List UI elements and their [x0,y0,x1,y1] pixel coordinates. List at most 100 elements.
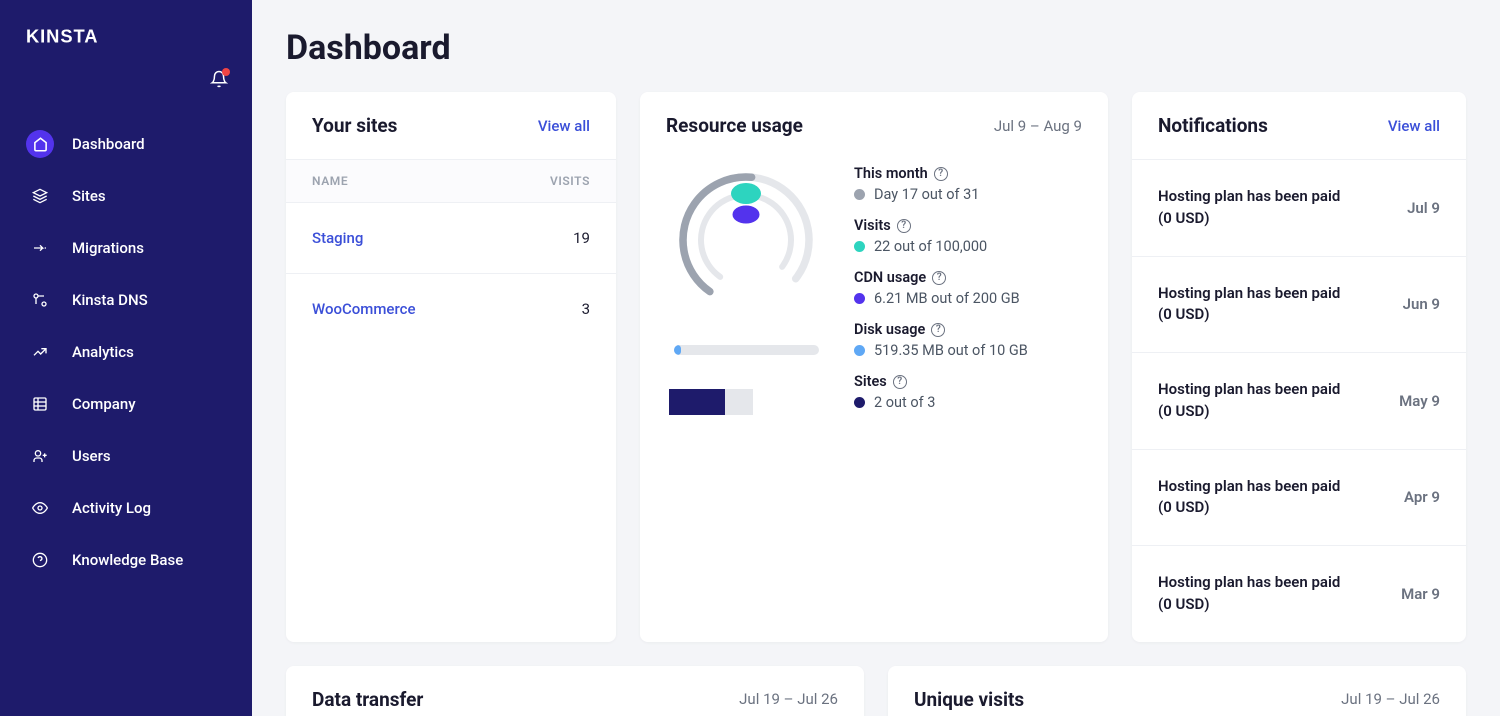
card-title: Notifications [1158,114,1268,137]
info-icon[interactable]: ? [893,375,907,389]
notification-text: Hosting plan has been paid (0 USD) [1158,572,1348,616]
disk-usage-bar [674,345,819,355]
company-icon [26,390,54,418]
resource-donut-chart [671,165,821,315]
sidebar-item-analytics[interactable]: Analytics [12,328,240,376]
notifications-card: Notifications View all Hosting plan has … [1132,92,1466,642]
sidebar-item-migrations[interactable]: Migrations [12,224,240,272]
main-content: Dashboard Your sites View all NAME VISIT… [252,0,1500,716]
dns-icon [26,286,54,314]
card-title: Your sites [312,114,397,137]
page-title: Dashboard [286,28,1466,68]
sidebar-item-label: Activity Log [72,499,151,517]
metric-label: Disk usage [854,321,925,338]
table-row: WooCommerce 3 [286,274,616,344]
sites-table-header: NAME VISITS [286,159,616,203]
migration-icon [26,234,54,262]
resource-usage-card: Resource usage Jul 9 – Aug 9 [640,92,1108,642]
metric-swatch [854,397,865,408]
data-transfer-card: Data transfer Jul 19 – Jul 26 [286,666,864,716]
site-block [697,389,725,415]
metric-label: Visits [854,217,891,234]
your-sites-card: Your sites View all NAME VISITS Staging1… [286,92,616,642]
svg-text:KINSTA: KINSTA [26,26,98,47]
sidebar-item-label: Dashboard [72,135,145,153]
metric-value: Day 17 out of 31 [874,186,979,203]
info-icon[interactable]: ? [934,167,948,181]
metric-value: 2 out of 3 [874,394,935,411]
notification-item[interactable]: Hosting plan has been paid (0 USD) Jul 9 [1132,160,1466,257]
sidebar-item-label: Kinsta DNS [72,291,148,309]
notification-date: Apr 9 [1404,488,1440,506]
metric-label: Sites [854,373,887,390]
notification-item[interactable]: Hosting plan has been paid (0 USD)Jun 9 [1132,257,1466,354]
resource-date-range: Jul 9 – Aug 9 [994,117,1082,135]
notification-dot [222,68,230,76]
site-name-link[interactable]: Staging [312,229,363,247]
legend-item: This month? Day 17 out of 31 [854,165,1082,203]
metric-swatch [854,293,865,304]
notification-bell-icon[interactable] [210,70,228,92]
sidebar-item-label: Company [72,395,136,413]
notification-item[interactable]: Hosting plan has been paid (0 USD) Apr 9 [1132,450,1466,547]
unique-visits-range: Jul 19 – Jul 26 [1341,690,1440,708]
legend-item: Sites? 2 out of 3 [854,373,1082,411]
sidebar-nav: Dashboard Sites Migrations Kinsta DNS An… [0,112,252,596]
legend-item: CDN usage?6.21 MB out of 200 GB [854,269,1082,307]
site-name-link[interactable]: WooCommerce [312,300,416,318]
sidebar-item-knowledge[interactable]: Knowledge Base [12,536,240,584]
home-icon [26,130,54,158]
metric-value: 519.35 MB out of 10 GB [874,342,1028,359]
users-icon [26,442,54,470]
card-title: Data transfer [312,688,423,711]
table-row: Staging19 [286,203,616,274]
sidebar-item-label: Analytics [72,343,134,361]
sidebar-item-label: Knowledge Base [72,551,183,569]
view-all-sites-link[interactable]: View all [538,117,590,135]
layers-icon [26,182,54,210]
col-visits: VISITS [550,174,590,188]
notification-date: Jun 9 [1403,295,1440,313]
help-icon [26,546,54,574]
legend-item: Disk usage? 519.35 MB out of 10 GB [854,321,1082,359]
info-icon[interactable]: ? [897,219,911,233]
metric-swatch [854,189,865,200]
notification-date: Mar 9 [1401,585,1440,603]
sidebar: KINSTA Dashboard Sites Migrations [0,0,252,716]
sidebar-item-dashboard[interactable]: Dashboard [12,120,240,168]
site-block [725,389,753,415]
notification-item[interactable]: Hosting plan has been paid (0 USD) Mar 9 [1132,546,1466,642]
notification-text: Hosting plan has been paid (0 USD) [1158,186,1348,230]
brand-logo[interactable]: KINSTA [0,20,252,70]
metric-value: 22 out of 100,000 [874,238,987,255]
metric-swatch [854,241,865,252]
sidebar-item-sites[interactable]: Sites [12,172,240,220]
sidebar-item-activity[interactable]: Activity Log [12,484,240,532]
notification-text: Hosting plan has been paid (0 USD) [1158,476,1348,520]
info-icon[interactable]: ? [932,271,946,285]
sidebar-item-users[interactable]: Users [12,432,240,480]
metric-label: CDN usage [854,269,926,286]
info-icon[interactable]: ? [931,323,945,337]
eye-icon [26,494,54,522]
sidebar-item-label: Users [72,447,111,465]
card-title: Unique visits [914,688,1024,711]
site-block [669,389,697,415]
sidebar-item-dns[interactable]: Kinsta DNS [12,276,240,324]
card-title: Resource usage [666,114,803,137]
notification-date: May 9 [1399,392,1440,410]
view-all-notifications-link[interactable]: View all [1388,117,1440,135]
sidebar-item-company[interactable]: Company [12,380,240,428]
metric-swatch [854,345,865,356]
resource-legend: This month? Day 17 out of 31 Visits? 22 out… [854,165,1082,425]
unique-visits-card: Unique visits Jul 19 – Jul 26 [888,666,1466,716]
legend-item: Visits? 22 out of 100,000 [854,217,1082,255]
metric-label: This month [854,165,928,182]
sidebar-item-label: Migrations [72,239,144,257]
notification-item[interactable]: Hosting plan has been paid (0 USD) May 9 [1132,353,1466,450]
notification-text: Hosting plan has been paid (0 USD) [1158,379,1348,423]
data-transfer-range: Jul 19 – Jul 26 [739,690,838,708]
site-visits-value: 3 [582,300,590,318]
notification-date: Jul 9 [1407,199,1440,217]
sites-blocks [669,389,826,415]
